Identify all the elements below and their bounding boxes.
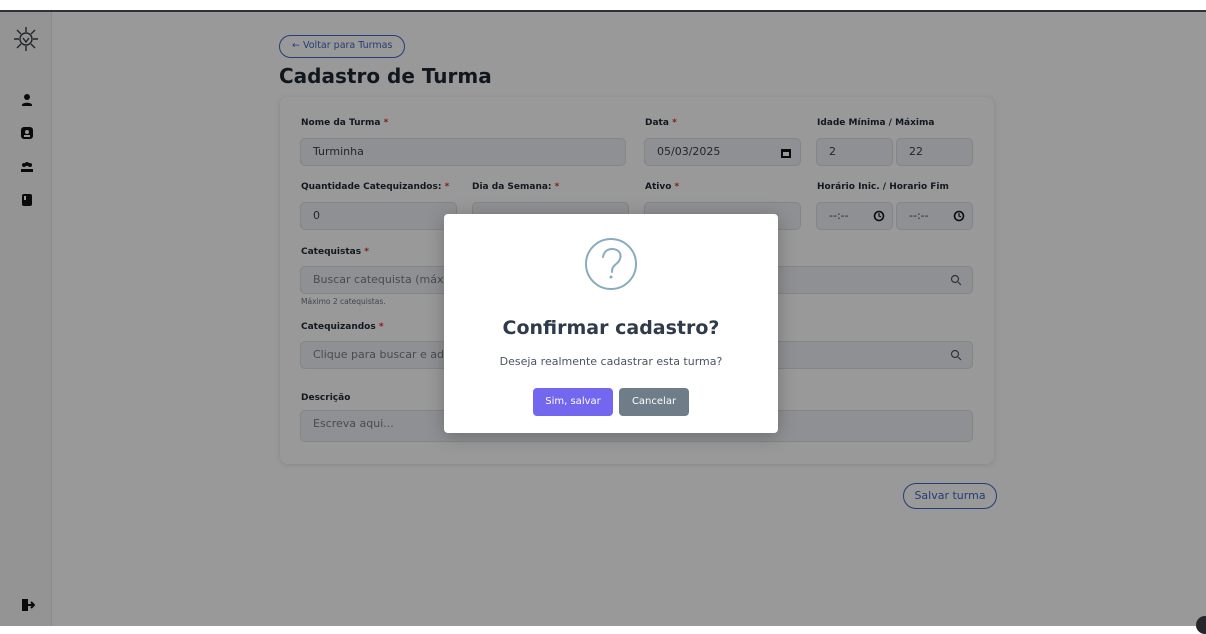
corner-action-button[interactable] <box>1196 616 1206 634</box>
confirm-button[interactable]: Sim, salvar <box>533 388 613 416</box>
modal-title: Confirmar cadastro? <box>502 317 720 339</box>
modal-message: Deseja realmente cadastrar esta turma? <box>499 355 723 368</box>
top-border <box>0 0 1206 12</box>
question-icon <box>583 236 639 292</box>
cancel-button[interactable]: Cancelar <box>619 388 689 416</box>
confirmation-modal: Confirmar cadastro? Deseja realmente cad… <box>444 214 778 433</box>
